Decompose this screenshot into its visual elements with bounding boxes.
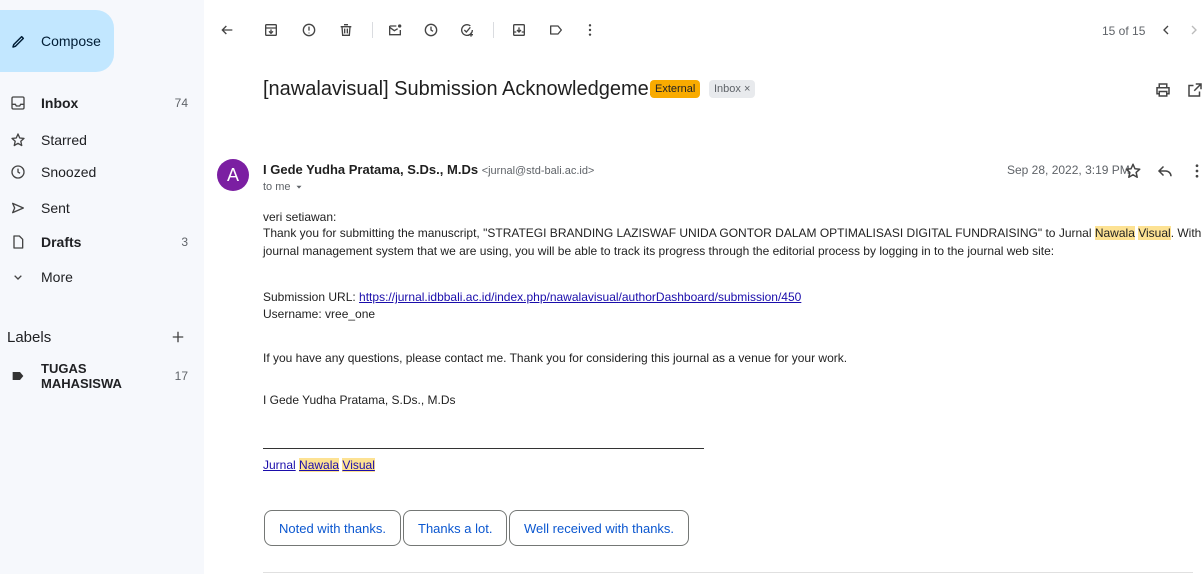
sidebar-label-tugas-mahasiswa[interactable]: TUGAS MAHASISWA 17 (0, 361, 196, 391)
highlight-nawala: Nawala (1094, 226, 1135, 240)
quick-reply-well-received[interactable]: Well received with thanks. (509, 510, 690, 546)
toolbar-divider (493, 22, 494, 38)
reply-icon[interactable] (1156, 162, 1174, 180)
footer-link-nawala[interactable]: Nawala (299, 458, 340, 472)
username-line: Username: vree_one (263, 307, 376, 321)
footer-link-jurnal[interactable]: Jurnal (263, 458, 296, 472)
sidebar-item-label: Starred (41, 132, 87, 148)
sidebar-item-count: 74 (174, 96, 188, 110)
send-icon (10, 200, 26, 216)
compose-button[interactable]: Compose (0, 10, 114, 72)
email-greeting: veri setiawan: (263, 210, 337, 224)
label-icon (550, 25, 562, 35)
toolbar-divider (372, 22, 373, 38)
sidebar-item-snoozed[interactable]: Snoozed (0, 157, 196, 187)
inbox-label-chip[interactable]: Inbox × (709, 80, 756, 98)
submission-url-line: Submission URL: https://jurnal.idbbali.a… (263, 290, 801, 304)
sidebar-item-label: Drafts (41, 234, 82, 250)
labels-heading-text: Labels (7, 328, 52, 346)
newer-button[interactable] (1156, 20, 1176, 40)
report-spam-button[interactable] (299, 20, 319, 40)
mark-unread-button[interactable] (385, 20, 405, 40)
sidebar-item-label: TUGAS MAHASISWA (41, 361, 122, 391)
label-icon (10, 368, 26, 384)
add-task-button[interactable] (457, 20, 477, 40)
submission-url-link[interactable]: https://jurnal.idbbali.ac.id/index.php/n… (359, 290, 801, 304)
archive-button[interactable] (261, 20, 281, 40)
print-icon[interactable] (1154, 81, 1172, 99)
url-label: Submission URL: (263, 290, 360, 304)
email-date: Sep 28, 2022, 3:19 PM (1007, 163, 1130, 177)
thread-divider (263, 572, 1193, 573)
chevron-left-icon (1163, 25, 1169, 35)
sidebar-item-sent[interactable]: Sent (0, 193, 196, 223)
open-new-window-icon[interactable] (1186, 81, 1204, 99)
sidebar-item-label: Sent (41, 200, 70, 216)
draft-icon (10, 234, 26, 250)
email-paragraph-line: Thank you for submitting the manuscript,… (263, 226, 1204, 240)
sidebar-item-starred[interactable]: Starred (0, 125, 196, 155)
recipient-details[interactable]: to me (263, 181, 304, 193)
sender-name[interactable]: I Gede Yudha Pratama, S.Ds., M.Ds (263, 162, 478, 177)
pagination-info: 15 of 15 (1102, 24, 1146, 38)
inbox-icon (10, 95, 26, 111)
more-vert-icon[interactable] (1188, 162, 1204, 180)
back-button[interactable] (217, 20, 237, 40)
sidebar-item-count: 3 (181, 235, 188, 249)
signature-divider (263, 448, 704, 449)
sender-info: I Gede Yudha Pratama, S.Ds., M.Ds <jurna… (263, 162, 594, 177)
clock-icon (424, 23, 438, 37)
sidebar-item-label: Inbox (41, 95, 79, 111)
move-to-icon (513, 24, 525, 36)
sender-email: <jurnal@std-bali.ac.id> (481, 165, 595, 177)
caret-down-icon (296, 185, 302, 189)
to-me-label: to me (263, 181, 291, 193)
email-paragraph-line: journal management system that we are us… (263, 244, 1055, 258)
trash-icon (340, 24, 352, 36)
clock-icon (10, 164, 26, 180)
delete-button[interactable] (336, 20, 356, 40)
sidebar-item-label: Snoozed (41, 164, 97, 180)
compose-label: Compose (41, 33, 101, 49)
sidebar-item-drafts[interactable]: Drafts 3 (0, 227, 196, 257)
paragraph-text: Thank you for submitting the manuscript,… (263, 226, 1095, 240)
labels-button[interactable] (546, 20, 566, 40)
sidebar-item-count: 17 (174, 369, 188, 383)
journal-footer-link[interactable]: Jurnal Nawala Visual (263, 458, 375, 472)
quick-reply-noted[interactable]: Noted with thanks. (264, 510, 401, 546)
paragraph-text: . With the online (1170, 226, 1204, 240)
external-badge: External (650, 80, 701, 98)
quick-reply-thanks[interactable]: Thanks a lot. (403, 510, 508, 546)
email-signature: I Gede Yudha Pratama, S.Ds., M.Ds (263, 393, 456, 407)
older-button[interactable] (1184, 20, 1204, 40)
sidebar-item-label: More (41, 269, 73, 285)
highlight-visual: Visual (1138, 226, 1171, 240)
avatar[interactable]: A (217, 159, 249, 191)
pencil-icon (12, 35, 25, 48)
chevron-right-icon (1191, 25, 1197, 35)
arrow-left-icon (221, 25, 233, 35)
more-vert-icon (588, 24, 592, 36)
sidebar-item-more[interactable]: More (0, 262, 196, 292)
star-icon (10, 132, 26, 148)
move-to-button[interactable] (509, 20, 529, 40)
star-icon[interactable] (1124, 162, 1142, 180)
email-subject: [nawalavisual] Submission Acknowledgemen… (263, 78, 666, 100)
mark-unread-icon (389, 24, 402, 36)
sidebar: Compose Inbox 74 Starred Snoozed Sent Dr… (0, 0, 204, 574)
email-paragraph-line: If you have any questions, please contac… (263, 351, 848, 365)
plus-icon[interactable] (169, 328, 187, 346)
snooze-button[interactable] (421, 20, 441, 40)
report-spam-icon (302, 23, 316, 37)
chevron-down-icon (10, 269, 26, 285)
footer-link-visual[interactable]: Visual (342, 458, 375, 472)
archive-icon (265, 24, 277, 36)
sidebar-item-inbox[interactable]: Inbox 74 (0, 88, 196, 118)
add-task-icon (461, 24, 474, 37)
labels-heading: Labels (7, 325, 187, 349)
more-options-button[interactable] (580, 20, 600, 40)
